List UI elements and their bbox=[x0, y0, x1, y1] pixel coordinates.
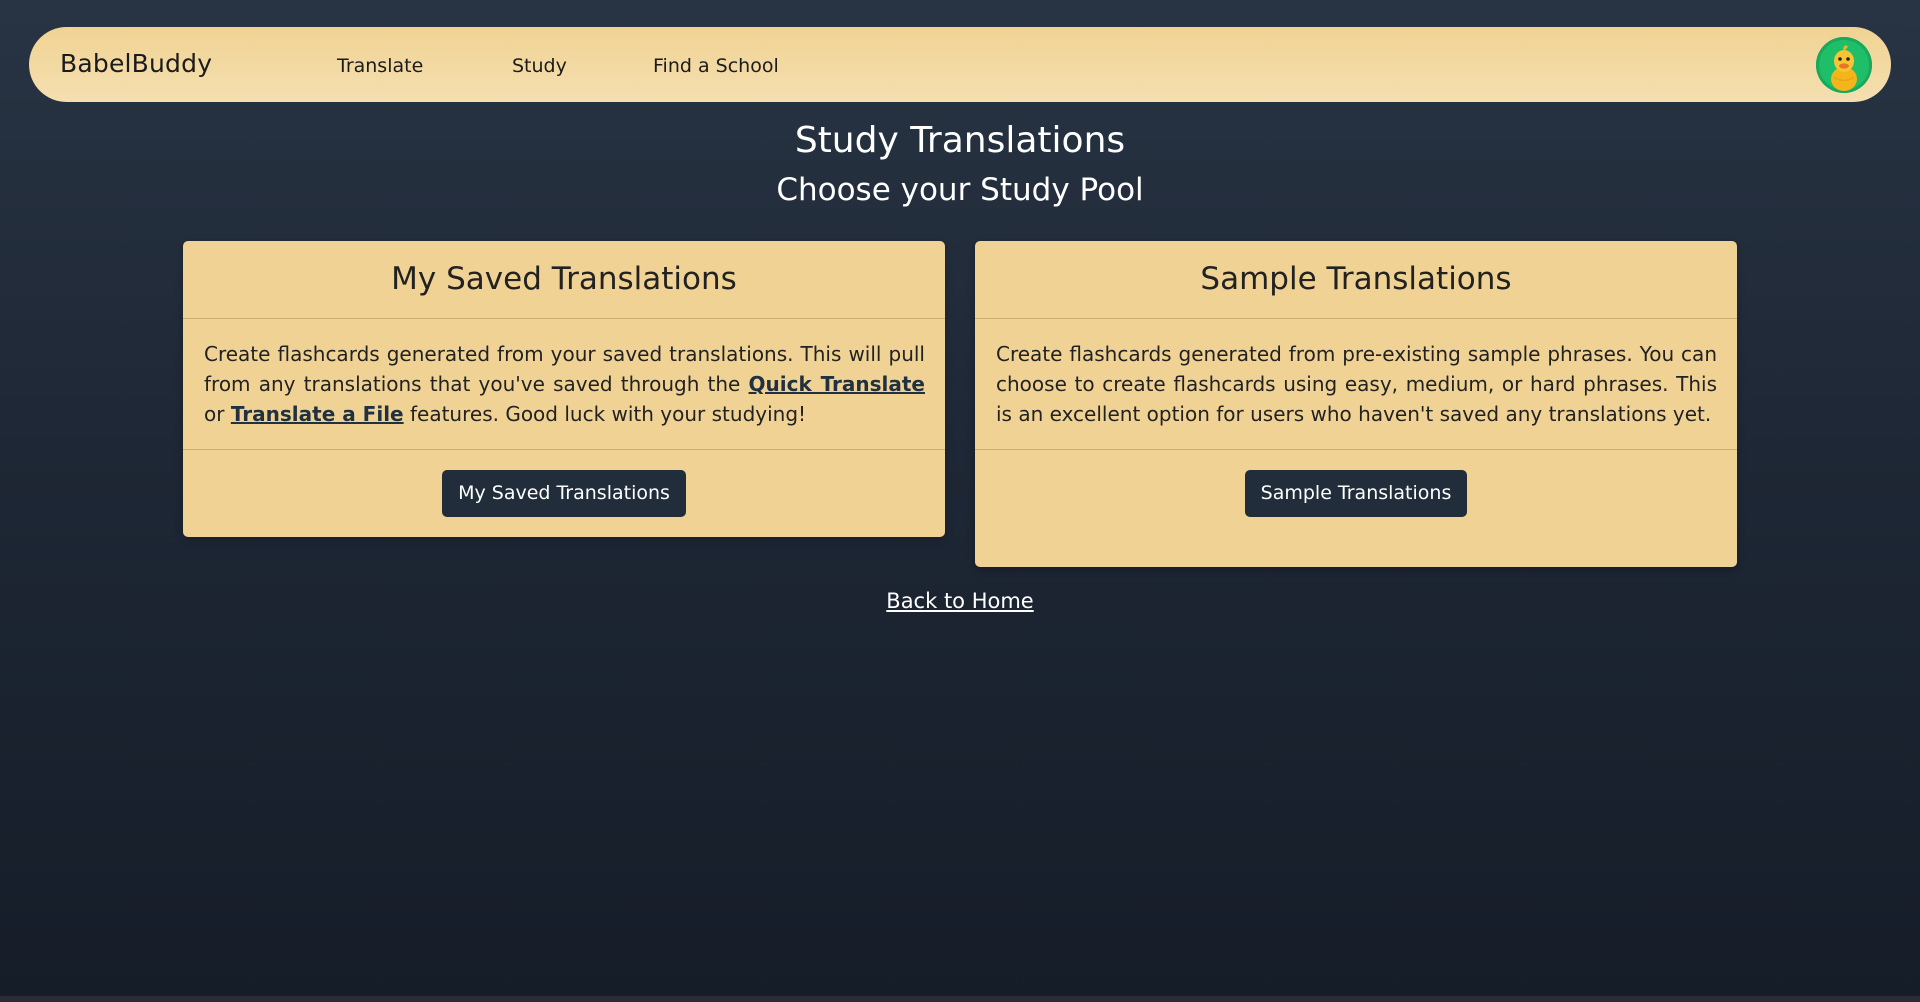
nav-find-school-link[interactable]: Find a School bbox=[653, 55, 779, 77]
back-to-home-link[interactable]: Back to Home bbox=[886, 589, 1033, 613]
page-subtitle: Choose your Study Pool bbox=[776, 172, 1144, 208]
card-header: My Saved Translations bbox=[183, 241, 945, 319]
sample-translations-button[interactable]: Sample Translations bbox=[1244, 470, 1468, 517]
duck-avatar-icon[interactable] bbox=[1816, 37, 1872, 93]
nav-study-link[interactable]: Study bbox=[512, 55, 567, 77]
bottom-divider bbox=[0, 996, 1920, 1002]
card-footer: My Saved Translations bbox=[183, 449, 945, 517]
page-title: Study Translations bbox=[794, 120, 1126, 161]
quick-translate-link[interactable]: Quick Translate bbox=[749, 372, 925, 396]
card-footer: Sample Translations bbox=[975, 449, 1737, 517]
top-navbar: BabelBuddy Translate Study Find a School bbox=[29, 27, 1891, 102]
sample-translations-card: Sample Translations Create flashcards ge… bbox=[975, 241, 1737, 567]
saved-translations-card: My Saved Translations Create flashcards … bbox=[183, 241, 945, 537]
card-text: or bbox=[204, 402, 231, 426]
nav-translate-link[interactable]: Translate bbox=[337, 55, 423, 77]
my-saved-translations-button[interactable]: My Saved Translations bbox=[442, 470, 686, 517]
back-link-container: Back to Home bbox=[0, 589, 1920, 613]
card-header: Sample Translations bbox=[975, 241, 1737, 319]
card-description: Create flashcards generated from pre-exi… bbox=[996, 342, 1717, 426]
card-description: Create flashcards generated from your sa… bbox=[183, 319, 945, 449]
translate-file-link[interactable]: Translate a File bbox=[231, 402, 404, 426]
card-text: features. Good luck with your studying! bbox=[403, 402, 807, 426]
brand-logo-link[interactable]: BabelBuddy bbox=[60, 49, 212, 78]
